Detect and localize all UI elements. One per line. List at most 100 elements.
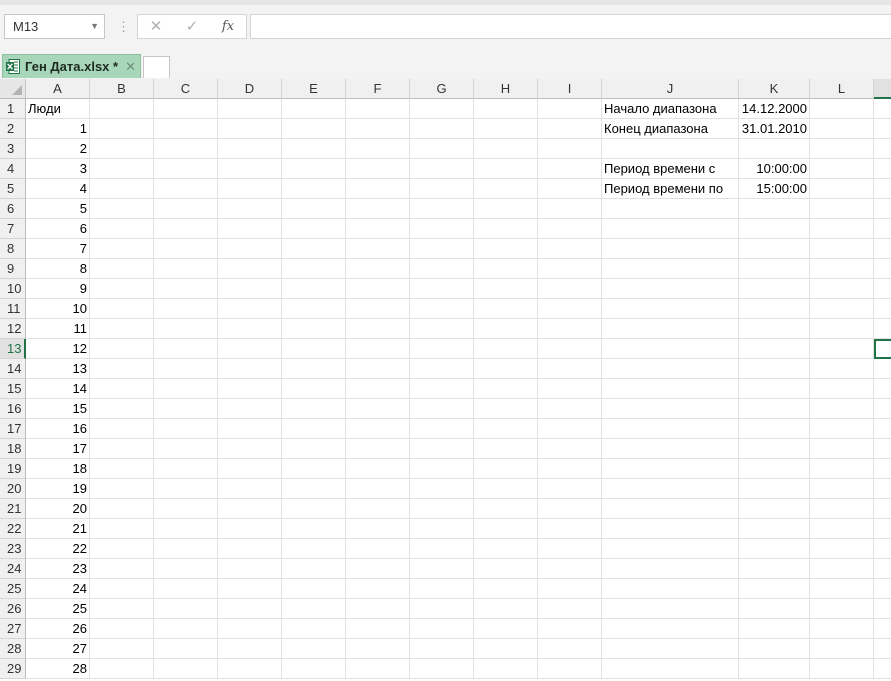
cell-b19[interactable] <box>90 459 154 479</box>
cell-f24[interactable] <box>346 559 410 579</box>
cell-i10[interactable] <box>538 279 602 299</box>
cell-c21[interactable] <box>154 499 218 519</box>
name-box[interactable]: M13 ▼ <box>4 14 105 39</box>
column-header-b[interactable]: B <box>90 79 154 99</box>
cell-g28[interactable] <box>410 639 474 659</box>
cell-m1[interactable] <box>874 99 891 119</box>
cell-j22[interactable] <box>602 519 739 539</box>
cell-a7[interactable]: 6 <box>26 219 90 239</box>
cell-j8[interactable] <box>602 239 739 259</box>
cell-k27[interactable] <box>739 619 810 639</box>
cell-l13[interactable] <box>810 339 874 359</box>
row-header-27[interactable]: 27 <box>0 619 26 639</box>
cell-a11[interactable]: 10 <box>26 299 90 319</box>
cell-m25[interactable] <box>874 579 891 599</box>
cell-e20[interactable] <box>282 479 346 499</box>
cell-i19[interactable] <box>538 459 602 479</box>
cell-c9[interactable] <box>154 259 218 279</box>
row-header-20[interactable]: 20 <box>0 479 26 499</box>
cell-m6[interactable] <box>874 199 891 219</box>
cell-a5[interactable]: 4 <box>26 179 90 199</box>
cell-i28[interactable] <box>538 639 602 659</box>
cell-a15[interactable]: 14 <box>26 379 90 399</box>
row-header-19[interactable]: 19 <box>0 459 26 479</box>
row-header-6[interactable]: 6 <box>0 199 26 219</box>
cell-b22[interactable] <box>90 519 154 539</box>
cell-g26[interactable] <box>410 599 474 619</box>
cell-i18[interactable] <box>538 439 602 459</box>
cell-j28[interactable] <box>602 639 739 659</box>
row-header-8[interactable]: 8 <box>0 239 26 259</box>
cell-j12[interactable] <box>602 319 739 339</box>
cell-l25[interactable] <box>810 579 874 599</box>
cell-d15[interactable] <box>218 379 282 399</box>
cell-c25[interactable] <box>154 579 218 599</box>
cell-i1[interactable] <box>538 99 602 119</box>
cell-m11[interactable] <box>874 299 891 319</box>
cell-f28[interactable] <box>346 639 410 659</box>
cell-b20[interactable] <box>90 479 154 499</box>
cell-f11[interactable] <box>346 299 410 319</box>
cell-m20[interactable] <box>874 479 891 499</box>
cell-g10[interactable] <box>410 279 474 299</box>
cell-j29[interactable] <box>602 659 739 679</box>
cell-h19[interactable] <box>474 459 538 479</box>
cell-d5[interactable] <box>218 179 282 199</box>
cell-b3[interactable] <box>90 139 154 159</box>
row-header-24[interactable]: 24 <box>0 559 26 579</box>
cell-c12[interactable] <box>154 319 218 339</box>
cell-f9[interactable] <box>346 259 410 279</box>
cell-m10[interactable] <box>874 279 891 299</box>
cell-h20[interactable] <box>474 479 538 499</box>
cell-j20[interactable] <box>602 479 739 499</box>
cell-g25[interactable] <box>410 579 474 599</box>
cell-k5[interactable]: 15:00:00 <box>739 179 810 199</box>
cell-i13[interactable] <box>538 339 602 359</box>
cell-d27[interactable] <box>218 619 282 639</box>
cell-i23[interactable] <box>538 539 602 559</box>
cell-c19[interactable] <box>154 459 218 479</box>
cell-k22[interactable] <box>739 519 810 539</box>
cell-h10[interactable] <box>474 279 538 299</box>
cell-f10[interactable] <box>346 279 410 299</box>
cell-l4[interactable] <box>810 159 874 179</box>
cell-f27[interactable] <box>346 619 410 639</box>
cell-f17[interactable] <box>346 419 410 439</box>
cell-g6[interactable] <box>410 199 474 219</box>
cell-h27[interactable] <box>474 619 538 639</box>
cell-e29[interactable] <box>282 659 346 679</box>
cell-k9[interactable] <box>739 259 810 279</box>
cell-c5[interactable] <box>154 179 218 199</box>
cell-i25[interactable] <box>538 579 602 599</box>
cell-d4[interactable] <box>218 159 282 179</box>
cell-b21[interactable] <box>90 499 154 519</box>
insert-function-button[interactable]: fx <box>216 15 240 38</box>
cell-e10[interactable] <box>282 279 346 299</box>
cell-c4[interactable] <box>154 159 218 179</box>
column-header-j[interactable]: J <box>602 79 739 99</box>
cell-b28[interactable] <box>90 639 154 659</box>
cell-b12[interactable] <box>90 319 154 339</box>
cell-l1[interactable] <box>810 99 874 119</box>
cell-l3[interactable] <box>810 139 874 159</box>
cell-l18[interactable] <box>810 439 874 459</box>
cell-d20[interactable] <box>218 479 282 499</box>
cancel-icon[interactable]: ✕ <box>144 15 168 38</box>
cell-d23[interactable] <box>218 539 282 559</box>
cell-l14[interactable] <box>810 359 874 379</box>
cell-g18[interactable] <box>410 439 474 459</box>
cell-k23[interactable] <box>739 539 810 559</box>
row-header-13[interactable]: 13 <box>0 339 26 359</box>
cell-e17[interactable] <box>282 419 346 439</box>
cell-j4[interactable]: Период времени с <box>602 159 739 179</box>
cell-h25[interactable] <box>474 579 538 599</box>
cell-j24[interactable] <box>602 559 739 579</box>
cell-m24[interactable] <box>874 559 891 579</box>
cell-f3[interactable] <box>346 139 410 159</box>
cell-c6[interactable] <box>154 199 218 219</box>
cell-h4[interactable] <box>474 159 538 179</box>
column-header-i[interactable]: I <box>538 79 602 99</box>
cell-j11[interactable] <box>602 299 739 319</box>
cell-j13[interactable] <box>602 339 739 359</box>
cell-m18[interactable] <box>874 439 891 459</box>
